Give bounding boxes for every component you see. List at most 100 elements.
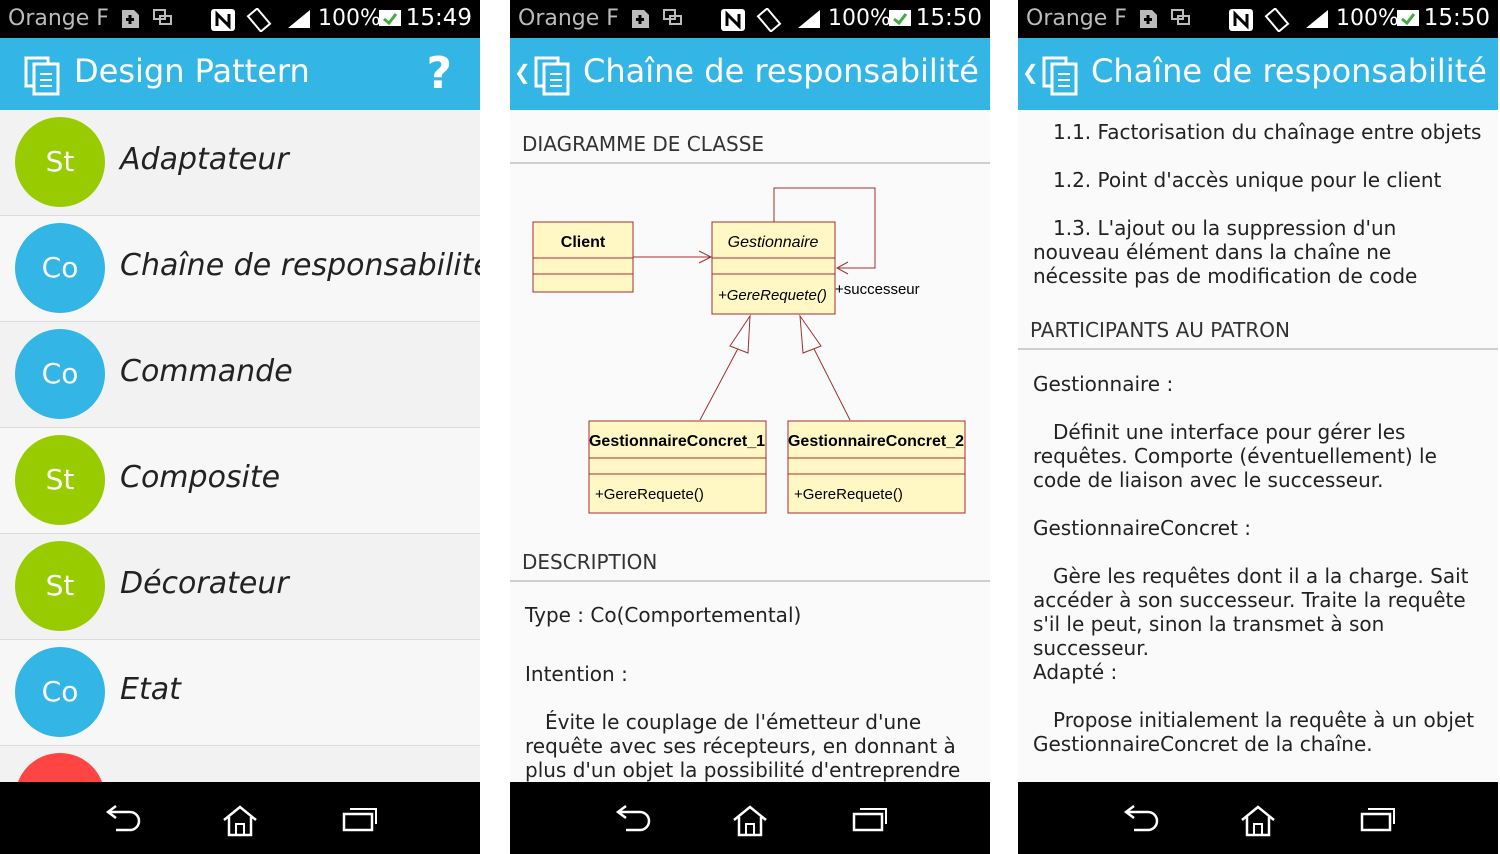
- list-item[interactable]: St Décorateur: [0, 534, 480, 640]
- class-concret-1-method: +GereRequete(): [595, 486, 704, 503]
- recent-apps-icon[interactable]: [340, 804, 380, 834]
- home-icon[interactable]: [1238, 804, 1278, 838]
- consequence-item: 1.3. L'ajout ou la suppression d'un nouv…: [1033, 216, 1418, 288]
- list-item[interactable]: Co Chaîne de responsabilité: [0, 216, 480, 322]
- navigation-bar: [1018, 782, 1498, 854]
- list-item[interactable]: Co Commande: [0, 322, 480, 428]
- back-icon[interactable]: [612, 804, 652, 834]
- avatar: Co: [15, 329, 105, 419]
- nfc-icon: [1229, 9, 1253, 31]
- carrier-label: Orange F: [518, 6, 619, 31]
- inheritance-arrow-1: [729, 314, 751, 354]
- recent-apps-icon[interactable]: [850, 804, 890, 834]
- signal-icon: [288, 10, 310, 28]
- signal-icon: [1306, 10, 1328, 28]
- navigation-bar: [510, 782, 990, 854]
- class-client: Client: [532, 221, 634, 293]
- list-item-label: Etat: [120, 672, 181, 707]
- pattern-type: Type : Co(Comportemental): [525, 603, 802, 627]
- list-item-label: Adaptateur: [120, 142, 289, 177]
- clock: 15:49: [405, 5, 472, 31]
- nfc-icon: [721, 9, 745, 31]
- avatar: St: [15, 117, 105, 207]
- class-diagram: Client Gestionnaire +GereRequete() +succ…: [532, 187, 966, 514]
- avatar: [15, 753, 105, 782]
- home-icon[interactable]: [220, 804, 260, 838]
- class-client-name: Client: [561, 234, 606, 251]
- help-icon[interactable]: ?: [426, 48, 452, 99]
- class-concret-1: GestionnaireConcret_1 +GereRequete(): [588, 420, 767, 514]
- class-concret-2-name: GestionnaireConcret_2: [788, 433, 964, 450]
- class-gestionnaire-name: Gestionnaire: [728, 234, 819, 251]
- consequence-item: 1.2. Point d'accès unique pour le client: [1053, 168, 1442, 192]
- detail-content[interactable]: DIAGRAMME DE CLASSE Client Gestionnaire …: [510, 110, 990, 782]
- list-item[interactable]: Co Etat: [0, 640, 480, 746]
- battery-icon: [379, 10, 401, 26]
- rotate-icon: [246, 8, 272, 32]
- class-concret-1-name: GestionnaireConcret_1: [589, 433, 765, 450]
- detail-content[interactable]: 1.1. Factorisation du chaînage entre obj…: [1018, 110, 1498, 782]
- status-bar: Orange F 100% 15:50: [1018, 0, 1498, 38]
- back-icon[interactable]: [102, 804, 142, 834]
- list-item-label: Composite: [120, 460, 281, 495]
- page-title: Design Pattern: [74, 52, 310, 90]
- pattern-list: St Adaptateur Co Chaîne de responsabilit…: [0, 110, 480, 782]
- battery-icon: [889, 10, 911, 26]
- add-notification-icon: [632, 10, 649, 28]
- battery-percent: 100%: [1336, 6, 1399, 31]
- divider: [510, 162, 990, 164]
- list-item[interactable]: St Adaptateur: [0, 110, 480, 216]
- navigation-bar: [0, 782, 480, 854]
- avatar: Co: [15, 223, 105, 313]
- battery-icon: [1397, 10, 1419, 26]
- battery-percent: 100%: [318, 6, 381, 31]
- add-notification-icon: [122, 10, 139, 28]
- class-gestionnaire-method: +GereRequete(): [718, 287, 827, 304]
- class-concret-2-method: +GereRequete(): [794, 486, 903, 503]
- battery-percent: 100%: [828, 6, 891, 31]
- inheritance-arrow-2: [799, 314, 822, 354]
- list-item-label: Commande: [120, 354, 293, 389]
- signal-icon: [798, 10, 820, 28]
- screen-mirror-icon: [153, 9, 172, 25]
- action-bar: ❮ Chaîne de responsabilité: [1018, 38, 1498, 110]
- participant-name: Adapté :: [1033, 660, 1118, 684]
- section-header-participants: PARTICIPANTS AU PATRON: [1030, 318, 1290, 342]
- divider: [1018, 348, 1498, 350]
- document-icon[interactable]: [1042, 56, 1080, 96]
- document-icon[interactable]: [24, 56, 62, 96]
- participant-name: GestionnaireConcret :: [1033, 516, 1252, 540]
- up-navigation-icon[interactable]: ❮: [1022, 60, 1039, 84]
- successor-label: +successeur: [835, 281, 920, 298]
- rotate-icon: [1264, 8, 1290, 32]
- section-header-diagram: DIAGRAMME DE CLASSE: [522, 132, 765, 156]
- participant-description: Propose initialement la requête à un obj…: [1033, 708, 1475, 756]
- add-notification-icon: [1140, 10, 1157, 28]
- list-item[interactable]: [0, 746, 480, 782]
- screen-mirror-icon: [1171, 9, 1190, 25]
- back-icon[interactable]: [1120, 804, 1160, 834]
- divider: [510, 580, 990, 582]
- recent-apps-icon[interactable]: [1358, 804, 1398, 834]
- action-bar: ❮ Chaîne de responsabilité: [510, 38, 990, 110]
- intention-text: Évite le couplage de l'émetteur d'une re…: [525, 710, 961, 782]
- screen-pattern-list: Orange F 100% 15:49 Design Pattern ? St …: [0, 0, 480, 854]
- up-navigation-icon[interactable]: ❮: [514, 60, 531, 84]
- screen-mirror-icon: [663, 9, 682, 25]
- screen-pattern-detail-scrolled: Orange F 100% 15:50 ❮ Chaîne de responsa…: [1018, 0, 1498, 854]
- document-icon[interactable]: [534, 56, 572, 96]
- status-bar: Orange F 100% 15:49: [0, 0, 480, 38]
- clock: 15:50: [1423, 5, 1490, 31]
- action-bar: Design Pattern ?: [0, 38, 480, 110]
- carrier-label: Orange F: [1026, 6, 1127, 31]
- home-icon[interactable]: [730, 804, 770, 838]
- nfc-icon: [211, 9, 235, 31]
- class-concret-2: GestionnaireConcret_2 +GereRequete(): [787, 420, 966, 514]
- list-item[interactable]: St Composite: [0, 428, 480, 534]
- carrier-label: Orange F: [8, 6, 109, 31]
- consequence-item: 1.1. Factorisation du chaînage entre obj…: [1053, 120, 1482, 144]
- list-item-label: Chaîne de responsabilité: [120, 248, 480, 283]
- avatar: Co: [15, 647, 105, 737]
- rotate-icon: [756, 8, 782, 32]
- page-title: Chaîne de responsabilité: [1091, 52, 1487, 90]
